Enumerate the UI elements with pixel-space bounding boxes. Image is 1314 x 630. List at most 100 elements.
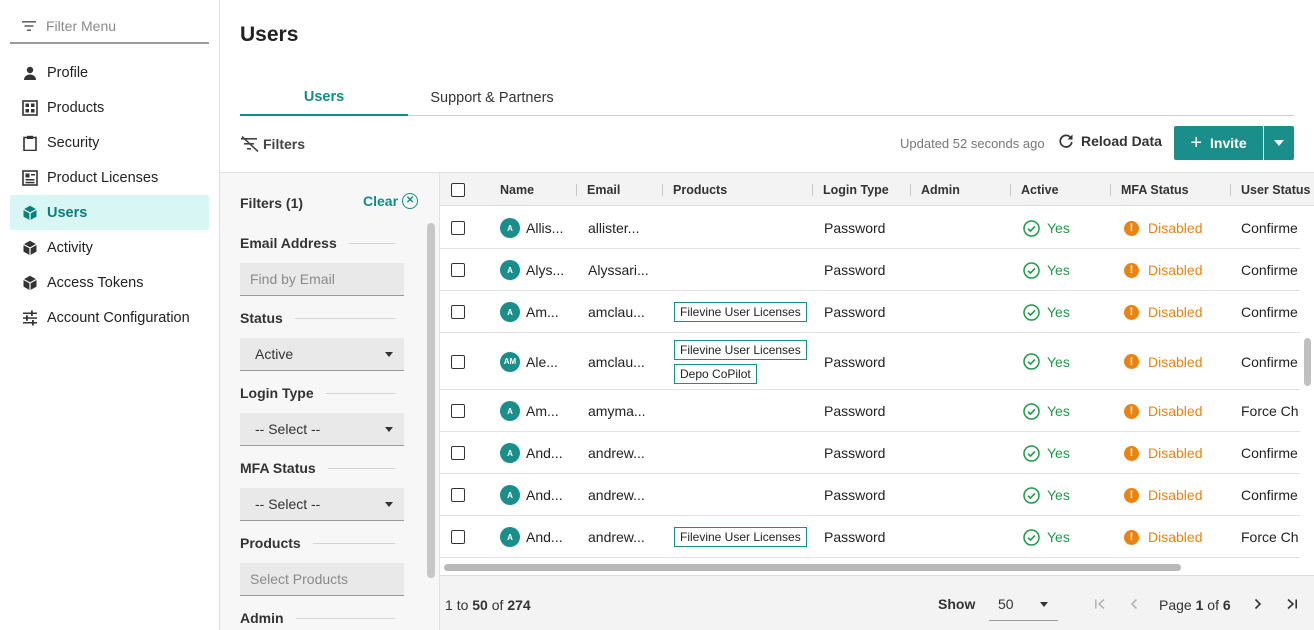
column-header-products[interactable]: Products <box>673 173 803 206</box>
nav-item-product-licenses[interactable]: Product Licenses <box>10 160 209 195</box>
mfa-value: Disabled <box>1148 262 1203 278</box>
table-row[interactable]: A Allis... allister... Password Yes! Disabled… <box>440 207 1300 249</box>
tab-users[interactable]: Users <box>240 80 408 116</box>
check-circle-icon <box>1023 528 1040 546</box>
filters-scrollbar[interactable] <box>427 223 435 578</box>
table-row[interactable]: AM Ale... amclau... Filevine User Licenses D… <box>440 333 1300 390</box>
column-header-login-type[interactable]: Login Type <box>823 173 908 206</box>
person-icon <box>24 66 36 80</box>
column-header-email[interactable]: Email <box>587 173 657 206</box>
row-checkbox[interactable] <box>451 390 465 432</box>
invite-label: Invite <box>1210 135 1247 151</box>
cell-name[interactable]: A Alys... <box>500 249 580 291</box>
column-divider <box>1110 184 1111 196</box>
nav-item-profile[interactable]: Profile <box>10 55 209 90</box>
nav-item-activity[interactable]: Activity <box>10 230 209 265</box>
grid-header: Name Email Products Login Type Admin Act… <box>440 173 1314 206</box>
row-checkbox[interactable] <box>451 516 465 558</box>
nav-item-account-configuration[interactable]: Account Configuration <box>10 300 209 335</box>
products-filter-placeholder: Select Products <box>250 571 349 587</box>
nav-item-products[interactable]: Products <box>10 90 209 125</box>
email-filter-input[interactable]: Find by Email <box>240 263 404 296</box>
chevron-right-icon <box>1254 598 1262 610</box>
active-value: Yes <box>1047 487 1070 503</box>
column-header-mfa-status[interactable]: MFA Status <box>1121 173 1221 206</box>
previous-page-button[interactable] <box>1124 594 1144 614</box>
filter-menu-placeholder: Filter Menu <box>46 18 117 34</box>
invite-button[interactable]: + Invite <box>1174 126 1263 160</box>
mfa-filter-select[interactable]: -- Select -- <box>240 488 404 521</box>
invite-dropdown-button[interactable] <box>1264 126 1294 160</box>
row-checkbox[interactable] <box>451 207 465 249</box>
column-header-name[interactable]: Name <box>500 173 574 206</box>
page-title: Users <box>240 23 299 46</box>
nav-item-users[interactable]: Users <box>10 195 209 230</box>
table-row[interactable]: A And... andrew... Password Yes! Disabled Conf… <box>440 474 1300 516</box>
reload-data-button[interactable]: Reload Data <box>1058 133 1162 149</box>
cell-name[interactable]: A And... <box>500 474 580 516</box>
cell-active: Yes <box>1023 516 1113 558</box>
nav-item-security[interactable]: Security <box>10 125 209 160</box>
avatar: A <box>500 401 520 421</box>
filters-toggle-button[interactable]: Filters <box>240 134 305 154</box>
table-row[interactable]: A And... andrew... Password Yes! Disabled Conf… <box>440 432 1300 474</box>
cell-email: amclau... <box>588 353 645 370</box>
cell-name[interactable]: A Am... <box>500 390 580 432</box>
product-chip: Filevine User Licenses <box>674 339 807 360</box>
row-checkbox[interactable] <box>451 249 465 291</box>
cell-mfa-status: ! Disabled <box>1124 516 1234 558</box>
next-page-button[interactable] <box>1248 594 1268 614</box>
checkbox-icon <box>451 182 465 197</box>
table-row[interactable]: A Am... amclau... Filevine User Licenses Pas… <box>440 291 1300 333</box>
cell-name[interactable]: AM Ale... <box>500 333 580 390</box>
table-row[interactable]: A Am... amyma... Password Yes! Disabled Force … <box>440 390 1300 432</box>
login-type-filter-select[interactable]: -- Select -- <box>240 413 404 446</box>
column-header-user-status[interactable]: User Status <box>1241 173 1314 206</box>
tab-support-partners[interactable]: Support & Partners <box>408 80 576 116</box>
range-to: to <box>456 597 469 613</box>
checkbox-icon <box>451 446 465 460</box>
column-header-active[interactable]: Active <box>1021 173 1101 206</box>
cell-login-type: Password <box>824 304 886 320</box>
cell-name[interactable]: A And... <box>500 516 580 558</box>
cell-name[interactable]: A Allis... <box>500 207 580 249</box>
first-page-button[interactable] <box>1090 594 1110 614</box>
row-checkbox[interactable] <box>451 333 465 390</box>
table-row[interactable]: A Alys... Alyssari... Password Yes! Disabled C… <box>440 249 1300 291</box>
checkbox-icon <box>451 488 465 502</box>
cell-active: Yes <box>1023 432 1113 474</box>
clear-filters-button[interactable]: Clear ✕ <box>363 193 419 209</box>
nav-list: Profile Products Security Product Licens… <box>10 55 209 335</box>
nav-item-access-tokens[interactable]: Access Tokens <box>10 265 209 300</box>
row-checkbox[interactable] <box>451 432 465 474</box>
page-size-select[interactable]: 50 <box>989 587 1058 621</box>
row-checkbox[interactable] <box>451 474 465 516</box>
cell-mfa-status: ! Disabled <box>1124 207 1234 249</box>
products-filter-input[interactable]: Select Products <box>240 563 404 596</box>
filter-menu-input[interactable]: Filter Menu <box>10 10 209 44</box>
grid-vertical-scrollbar[interactable] <box>1304 338 1311 386</box>
grid-horizontal-scrollbar[interactable] <box>444 564 1181 571</box>
active-value: Yes <box>1047 304 1070 320</box>
cell-login-type: Password <box>824 529 886 545</box>
mfa-value: Disabled <box>1148 529 1203 545</box>
cell-name[interactable]: A Am... <box>500 291 580 333</box>
cell-user-status: Confirme <box>1241 353 1298 370</box>
row-checkbox[interactable] <box>451 291 465 333</box>
table-row[interactable]: A And... andrew... Filevine User Licenses Pa… <box>440 516 1300 558</box>
status-filter-select[interactable]: Active <box>240 338 404 371</box>
last-page-button[interactable] <box>1282 594 1302 614</box>
column-divider <box>1010 184 1011 196</box>
cube-icon <box>23 205 37 220</box>
column-header-admin[interactable]: Admin <box>921 173 1001 206</box>
select-all-checkbox[interactable] <box>451 173 465 206</box>
mfa-value: Disabled <box>1148 353 1203 370</box>
nav-item-label: Product Licenses <box>47 169 159 186</box>
check-circle-icon <box>1023 486 1040 504</box>
cell-user-status: Confirme <box>1241 304 1298 320</box>
cell-name[interactable]: A And... <box>500 432 580 474</box>
filters-panel: Filters (1) Clear ✕ Email Address Find b… <box>220 172 440 630</box>
alert-circle-icon: ! <box>1124 304 1139 320</box>
check-circle-icon <box>1023 444 1040 462</box>
cell-mfa-status: ! Disabled <box>1124 291 1234 333</box>
